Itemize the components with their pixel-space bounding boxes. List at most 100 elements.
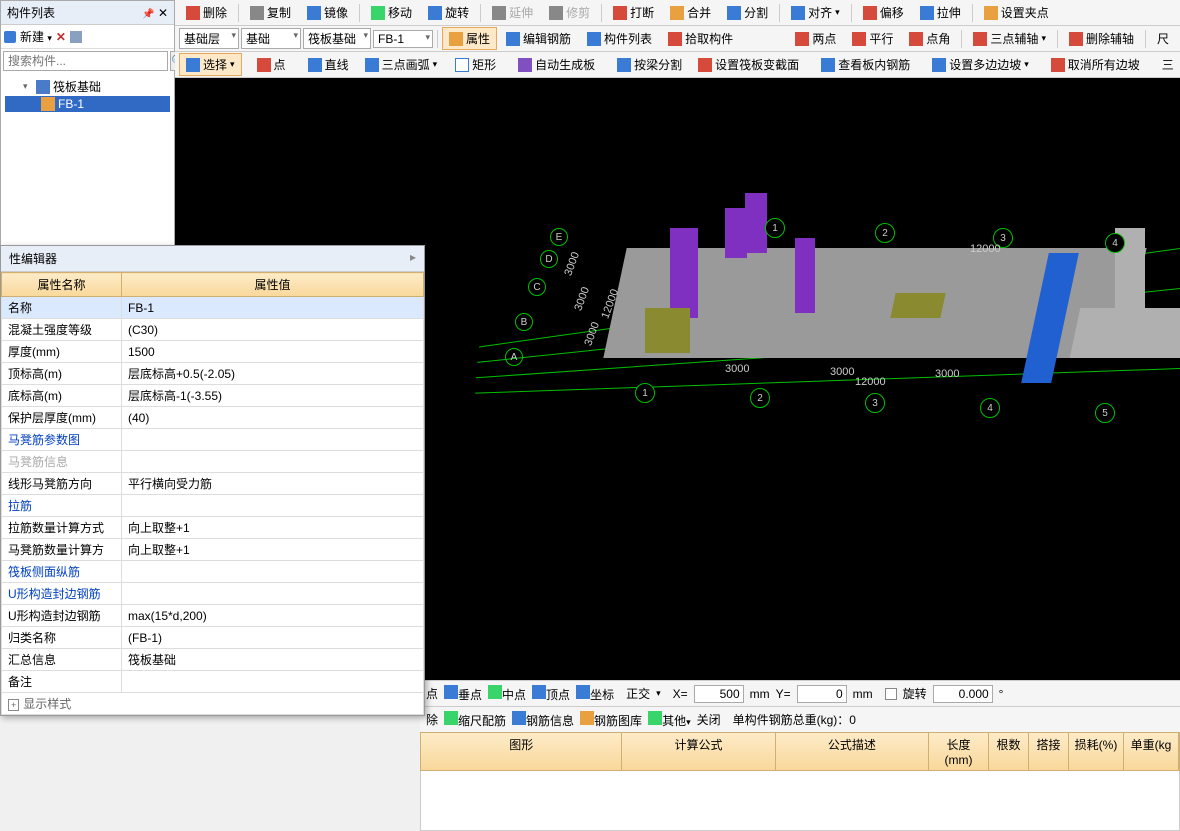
rotate-input[interactable] [933, 685, 993, 703]
pin-icon[interactable]: 📌 [142, 9, 154, 20]
property-value[interactable]: (40) [122, 407, 424, 429]
display-style-row[interactable]: +显示样式 [2, 693, 424, 715]
del-btn[interactable]: 除 [426, 711, 438, 728]
other-button[interactable]: 其他▾ [648, 711, 691, 729]
property-row[interactable]: 拉筋 [2, 495, 424, 517]
property-row[interactable]: 线形马凳筋方向平行横向受力筋 [2, 473, 424, 495]
property-row[interactable]: 马凳筋信息 [2, 451, 424, 473]
select-button[interactable]: 选择▾ [179, 53, 242, 76]
delete-icon[interactable]: ✕ [56, 30, 66, 44]
editrebar-button[interactable]: 编辑钢筋 [499, 27, 578, 50]
property-value[interactable] [122, 671, 424, 693]
property-value[interactable]: 层底标高-1(-3.55) [122, 385, 424, 407]
beamsplit-button[interactable]: 按梁分割 [610, 53, 689, 76]
setgrip-button[interactable]: 设置夹点 [977, 1, 1056, 24]
extend-button[interactable]: 延伸 [485, 1, 540, 24]
property-value[interactable]: 层底标高+0.5(-2.05) [122, 363, 424, 385]
property-value[interactable] [122, 429, 424, 451]
endpoint-snap[interactable]: 点 [426, 685, 438, 702]
offset-button[interactable]: 偏移 [856, 1, 911, 24]
collapse-icon[interactable]: ▸ [410, 250, 416, 267]
rebar-lib-button[interactable]: 钢筋图库 [580, 711, 642, 729]
property-row[interactable]: 备注 [2, 671, 424, 693]
property-row[interactable]: 筏板侧面纵筋 [2, 561, 424, 583]
property-row[interactable]: 底标高(m)层底标高-1(-3.55) [2, 385, 424, 407]
chevron-down-icon[interactable]: ▾ [656, 688, 661, 699]
type-combo[interactable]: 基础 [241, 28, 301, 49]
property-value[interactable] [122, 561, 424, 583]
new-button[interactable]: 新建 ▾ [20, 28, 52, 45]
property-row[interactable]: 保护层厚度(mm)(40) [2, 407, 424, 429]
property-button[interactable]: 属性 [442, 27, 497, 50]
multislope-button[interactable]: 设置多边边坡▾ [925, 53, 1036, 76]
property-value[interactable]: (C30) [122, 319, 424, 341]
property-value[interactable]: max(15*d,200) [122, 605, 424, 627]
member-combo[interactable]: FB-1 [373, 30, 433, 48]
x-input[interactable] [694, 685, 744, 703]
copy-icon[interactable] [70, 31, 82, 43]
property-value[interactable] [122, 495, 424, 517]
perp-snap[interactable]: 垂点 [444, 685, 482, 703]
cancelslope-button[interactable]: 取消所有边坡 [1044, 53, 1147, 76]
arc-button[interactable]: 三点画弧▾ [358, 53, 445, 76]
coord-snap[interactable]: 坐标 [576, 685, 614, 703]
viewrebar-button[interactable]: 查看板内钢筋 [814, 53, 917, 76]
tri-button[interactable]: 三 [1155, 53, 1180, 76]
subtype-combo[interactable]: 筏板基础 [303, 28, 371, 49]
line-button[interactable]: 直线 [301, 53, 356, 76]
y-input[interactable] [797, 685, 847, 703]
property-row[interactable]: U形构造封边钢筋max(15*d,200) [2, 605, 424, 627]
move-button[interactable]: 移动 [364, 1, 419, 24]
rebar-info-button[interactable]: 钢筋信息 [512, 711, 574, 729]
rebar-grid-body[interactable] [420, 771, 1180, 831]
split-button[interactable]: 分割 [720, 1, 775, 24]
property-row[interactable]: 混凝土强度等级(C30) [2, 319, 424, 341]
property-row[interactable]: 厚度(mm)1500 [2, 341, 424, 363]
merge-button[interactable]: 合并 [663, 1, 718, 24]
property-row[interactable]: 名称FB-1 [2, 297, 424, 319]
setraft-button[interactable]: 设置筏板变截面 [691, 53, 806, 76]
property-row[interactable]: U形构造封边钢筋 [2, 583, 424, 605]
rect-button[interactable]: 矩形 [448, 53, 503, 76]
property-value[interactable] [122, 451, 424, 473]
pointangle-button[interactable]: 点角 [902, 27, 957, 50]
rotate-checkbox[interactable] [885, 688, 897, 700]
property-row[interactable]: 马凳筋数量计算方向上取整+1 [2, 539, 424, 561]
tree-child[interactable]: FB-1 [5, 96, 170, 112]
midpoint-snap[interactable]: 中点 [488, 685, 526, 703]
align-button[interactable]: 对齐▾ [784, 1, 847, 24]
tree-root[interactable]: ▾ 筏板基础 [5, 77, 170, 96]
copy-button[interactable]: 复制 [243, 1, 298, 24]
close-button[interactable]: 关闭 [697, 711, 721, 728]
stretch-button[interactable]: 拉伸 [913, 1, 968, 24]
ruler-button[interactable]: 尺 [1150, 27, 1176, 50]
property-value[interactable]: 向上取整+1 [122, 517, 424, 539]
floor-combo[interactable]: 基础层 [179, 28, 239, 49]
trim-button[interactable]: 修剪 [542, 1, 597, 24]
collapse-icon[interactable]: ▾ [23, 81, 33, 92]
scale-rebar-button[interactable]: 缩尺配筋 [444, 711, 506, 729]
close-icon[interactable]: ✕ [158, 6, 168, 20]
property-row[interactable]: 拉筋数量计算方式向上取整+1 [2, 517, 424, 539]
property-value[interactable]: 1500 [122, 341, 424, 363]
property-value[interactable]: 向上取整+1 [122, 539, 424, 561]
rotate-button[interactable]: 旋转 [421, 1, 476, 24]
threepoint-button[interactable]: 三点辅轴▾ [966, 27, 1053, 50]
search-input[interactable] [3, 51, 168, 71]
delaux-button[interactable]: 删除辅轴 [1062, 27, 1141, 50]
property-value[interactable] [122, 583, 424, 605]
property-row[interactable]: 顶标高(m)层底标高+0.5(-2.05) [2, 363, 424, 385]
point-button[interactable]: 点 [250, 53, 293, 76]
apex-snap[interactable]: 顶点 [532, 685, 570, 703]
delete-button[interactable]: 删除 [179, 1, 234, 24]
property-value[interactable]: 筏板基础 [122, 649, 424, 671]
property-row[interactable]: 归类名称(FB-1) [2, 627, 424, 649]
parallel-button[interactable]: 平行 [845, 27, 900, 50]
ortho-toggle[interactable]: 正交 [626, 685, 650, 702]
pick-button[interactable]: 拾取构件 [661, 27, 740, 50]
property-row[interactable]: 马凳筋参数图 [2, 429, 424, 451]
memberlist-button[interactable]: 构件列表 [580, 27, 659, 50]
mirror-button[interactable]: 镜像 [300, 1, 355, 24]
property-value[interactable]: FB-1 [122, 297, 424, 319]
break-button[interactable]: 打断 [606, 1, 661, 24]
